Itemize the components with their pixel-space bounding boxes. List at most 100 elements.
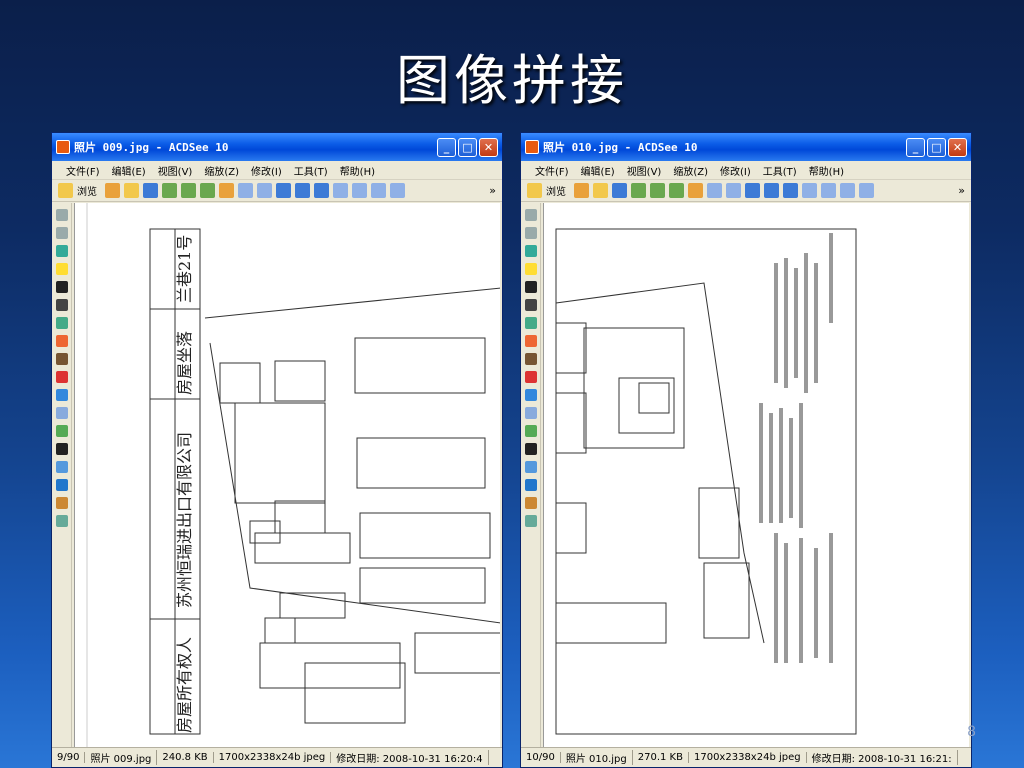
menu-help[interactable]: 帮助(H) [809,163,844,178]
red-eye-icon[interactable] [56,371,68,383]
effects-icon[interactable] [56,353,68,365]
resize-icon[interactable] [56,425,68,437]
rotate-left-icon[interactable] [745,183,760,198]
blur-icon[interactable] [56,407,68,419]
title-bar[interactable]: 照片 009.jpg - ACDSee 10 _ □ ✕ [52,133,502,161]
image-viewer[interactable]: 房屋所有权人 苏州恒瑞进出口有限公司 房屋坐落 兰巷21号 [74,203,500,748]
menu-help[interactable]: 帮助(H) [340,163,375,178]
sharpen-icon[interactable] [525,389,537,401]
zoom-out-icon[interactable] [821,183,836,198]
next-image-icon[interactable] [650,183,665,198]
histogram-icon[interactable] [525,335,537,347]
zoom-menu-icon[interactable] [371,183,386,198]
minimize-button[interactable]: _ [437,137,456,157]
contrast-icon[interactable] [56,281,68,293]
text-tool-icon[interactable] [525,479,537,491]
image-viewer[interactable] [543,203,969,748]
watermark-icon[interactable] [525,515,537,527]
menu-file[interactable]: 文件(F) [66,163,100,178]
acdsee-window-009[interactable]: 照片 009.jpg - ACDSee 10 _ □ ✕ 文件(F) 编辑(E)… [51,132,503,768]
contrast-icon[interactable] [525,281,537,293]
print-icon[interactable] [859,183,874,198]
menu-file[interactable]: 文件(F) [535,163,569,178]
browse-button[interactable]: 浏览 [77,183,97,198]
save-icon[interactable] [612,183,627,198]
close-button[interactable]: ✕ [479,137,498,157]
rotate-right-icon[interactable] [764,183,779,198]
rotate-right-icon[interactable] [295,183,310,198]
levels-icon[interactable] [525,299,537,311]
undo-icon[interactable] [56,209,68,221]
previous-image-icon[interactable] [162,183,177,198]
menu-modify[interactable]: 修改(I) [720,163,751,178]
draw-tool-icon[interactable] [56,497,68,509]
select-tool-icon[interactable] [707,183,722,198]
acdsee-window-010[interactable]: 照片 010.jpg - ACDSee 10 _ □ ✕ 文件(F) 编辑(E)… [520,132,972,768]
open-folder-icon[interactable] [124,183,139,198]
close-button[interactable]: ✕ [948,137,967,157]
crop-icon[interactable] [56,245,68,257]
select-tool-icon[interactable] [238,183,253,198]
maximize-button[interactable]: □ [458,137,477,157]
red-eye-icon[interactable] [525,371,537,383]
hand-tool-icon[interactable] [688,183,703,198]
auto-advance-icon[interactable] [669,183,684,198]
flip-icon[interactable] [525,461,537,473]
draw-tool-icon[interactable] [525,497,537,509]
text-tool-icon[interactable] [56,479,68,491]
flip-icon[interactable] [56,461,68,473]
crop-icon[interactable] [525,245,537,257]
zoom-tool-icon[interactable] [257,183,272,198]
redo-icon[interactable] [525,227,537,239]
open-folder-icon[interactable] [593,183,608,198]
zoom-tool-icon[interactable] [726,183,741,198]
color-icon[interactable] [56,317,68,329]
auto-advance-icon[interactable] [200,183,215,198]
menu-modify[interactable]: 修改(I) [251,163,282,178]
watermark-icon[interactable] [56,515,68,527]
rotate-icon[interactable] [525,443,537,455]
rotate-icon[interactable] [56,443,68,455]
redo-icon[interactable] [56,227,68,239]
zoom-in-icon[interactable] [333,183,348,198]
menu-edit[interactable]: 编辑(E) [581,163,615,178]
toolbar-overflow-button[interactable]: » [489,184,496,197]
levels-icon[interactable] [56,299,68,311]
zoom-menu-icon[interactable] [840,183,855,198]
fit-window-icon[interactable] [314,183,329,198]
menu-view[interactable]: 视图(V) [158,163,193,178]
brightness-icon[interactable] [56,263,68,275]
zoom-in-icon[interactable] [802,183,817,198]
color-icon[interactable] [525,317,537,329]
print-icon[interactable] [390,183,405,198]
menu-edit[interactable]: 编辑(E) [112,163,146,178]
next-image-icon[interactable] [181,183,196,198]
menu-view[interactable]: 视图(V) [627,163,662,178]
save-icon[interactable] [143,183,158,198]
menu-tools[interactable]: 工具(T) [294,163,328,178]
sharpen-icon[interactable] [56,389,68,401]
hand-tool-icon[interactable] [219,183,234,198]
effects-icon[interactable] [525,353,537,365]
browse-icon[interactable] [527,183,542,198]
rotate-left-icon[interactable] [276,183,291,198]
minimize-button[interactable]: _ [906,137,925,157]
edit-icon[interactable] [574,183,589,198]
toolbar-overflow-button[interactable]: » [958,184,965,197]
histogram-icon[interactable] [56,335,68,347]
menu-tools[interactable]: 工具(T) [763,163,797,178]
undo-icon[interactable] [525,209,537,221]
menu-zoom[interactable]: 缩放(Z) [204,163,239,178]
previous-image-icon[interactable] [631,183,646,198]
browse-button[interactable]: 浏览 [546,183,566,198]
menu-zoom[interactable]: 缩放(Z) [673,163,708,178]
zoom-out-icon[interactable] [352,183,367,198]
title-bar[interactable]: 照片 010.jpg - ACDSee 10 _ □ ✕ [521,133,971,161]
resize-icon[interactable] [525,425,537,437]
blur-icon[interactable] [525,407,537,419]
maximize-button[interactable]: □ [927,137,946,157]
fit-window-icon[interactable] [783,183,798,198]
browse-icon[interactable] [58,183,73,198]
edit-icon[interactable] [105,183,120,198]
brightness-icon[interactable] [525,263,537,275]
